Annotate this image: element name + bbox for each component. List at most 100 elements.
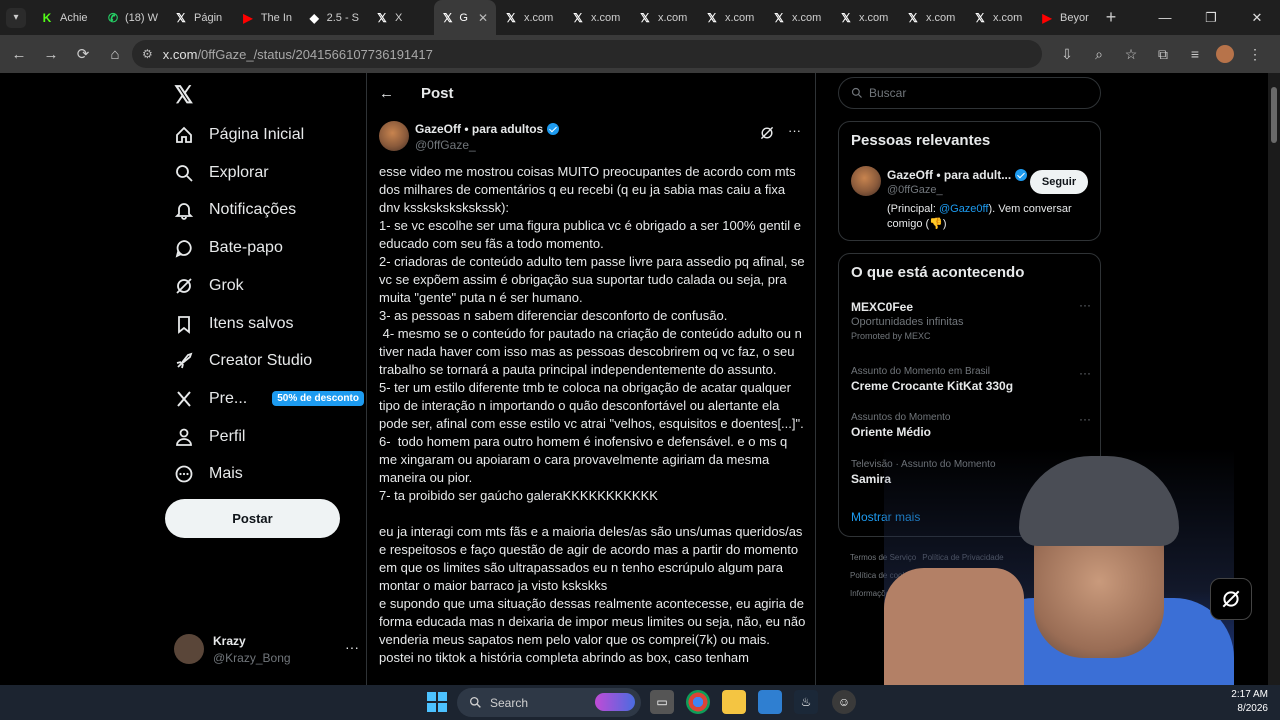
sidebar-item-x[interactable]: Pre... 50% de desconto <box>174 389 364 409</box>
x-icon: 𝕏 <box>176 10 186 25</box>
trend-more-icon[interactable]: ··· <box>1079 366 1091 380</box>
browser-tab[interactable]: 𝕏x.com <box>496 0 563 35</box>
maximize-button[interactable]: ❐ <box>1188 0 1234 35</box>
x-icon <box>174 389 194 409</box>
close-window-button[interactable]: ✕ <box>1234 0 1280 35</box>
browser-tab[interactable]: ◆ 2.5 - S <box>300 0 367 35</box>
browser-tab[interactable]: 𝕏x.com <box>764 0 831 35</box>
profile-avatar[interactable] <box>1216 45 1234 63</box>
extensions-icon[interactable]: ⧉ <box>1152 46 1174 63</box>
clock[interactable]: 2:17 AM 8/2026 <box>1231 688 1268 716</box>
tab-search-button[interactable]: ▾ <box>6 7 26 28</box>
sidebar-item-chat[interactable]: Bate-papo <box>174 238 283 258</box>
rocket-icon <box>174 351 194 371</box>
home-icon <box>174 125 194 145</box>
file-explorer-icon[interactable] <box>722 690 746 714</box>
toolbar-actions: ⇩ ⌕ ☆ ⧉ ≡ ⋮ <box>1056 35 1266 73</box>
browser-menu-icon[interactable]: ⋮ <box>1244 46 1266 63</box>
post-paragraph: postei no tiktok a história completa abr… <box>379 650 749 665</box>
post-button[interactable]: Postar <box>165 499 340 538</box>
new-tab-button[interactable]: + <box>1099 7 1123 28</box>
steam-icon[interactable]: ♨ <box>794 690 818 714</box>
sidebar-item-search[interactable]: Explorar <box>174 163 269 183</box>
relevant-handle: @0ffGaze_ <box>887 184 943 196</box>
browser-tab[interactable]: 𝕏x.com <box>697 0 764 35</box>
bio-link[interactable]: @Gaze0ff <box>939 203 989 215</box>
reload-button[interactable]: ⟳ <box>68 39 98 69</box>
back-arrow-icon[interactable]: ← <box>379 85 407 102</box>
sidebar-item-person[interactable]: Perfil <box>174 427 245 447</box>
scrollbar-thumb[interactable] <box>1271 87 1277 143</box>
minimize-button[interactable]: — <box>1142 0 1188 35</box>
trend-more-icon[interactable]: ··· <box>1079 412 1091 426</box>
taskbar-search[interactable]: Search <box>457 688 641 717</box>
sidebar-item-label: Grok <box>209 276 244 294</box>
account-switcher[interactable]: Krazy @Krazy_Bong ··· <box>174 631 359 667</box>
trend-category: Assuntos do Momento <box>851 412 951 423</box>
tab-list-icon[interactable]: ≡ <box>1184 46 1206 62</box>
relevant-avatar[interactable] <box>851 166 881 196</box>
x-logo-icon[interactable]: 𝕏 <box>174 81 193 110</box>
sidebar-item-more-circle[interactable]: Mais <box>174 464 243 484</box>
whats-happening-title: O que está acontecendo <box>851 264 1025 281</box>
browser-tab[interactable]: 𝕏X <box>367 0 434 35</box>
forward-button[interactable]: → <box>36 39 66 69</box>
browser-tab[interactable]: K Achie <box>32 0 99 35</box>
app-icon[interactable]: ☺ <box>832 690 856 714</box>
search-placeholder: Buscar <box>869 86 907 100</box>
site-info-icon[interactable]: ⚙ <box>142 47 153 61</box>
bookmark-star-icon[interactable]: ☆ <box>1120 46 1142 63</box>
grok-float-button[interactable] <box>1210 578 1252 620</box>
task-view-icon[interactable]: ▭ <box>650 690 674 714</box>
x-icon: 𝕏 <box>377 10 387 25</box>
sidebar-item-bookmark[interactable]: Itens salvos <box>174 314 293 334</box>
relevant-name-row[interactable]: GazeOff • para adult... <box>887 168 1028 182</box>
page-scrollbar[interactable] <box>1268 73 1280 685</box>
relevant-people-card: Pessoas relevantes GazeOff • para adult.… <box>838 121 1101 241</box>
install-app-icon[interactable]: ⇩ <box>1056 46 1078 63</box>
bio-text: (Principal: <box>887 203 939 215</box>
zoom-icon[interactable]: ⌕ <box>1088 46 1110 63</box>
trend-item[interactable]: Assuntos do Momento Oriente Médio ··· <box>851 412 1091 439</box>
sidebar-item-home[interactable]: Página Inicial <box>174 125 304 145</box>
premium-discount-badge[interactable]: 50% de desconto <box>272 391 364 407</box>
trend-more-icon[interactable]: ··· <box>1079 298 1091 312</box>
author-avatar[interactable] <box>379 121 409 151</box>
browser-tab[interactable]: 𝕏 G ✕ <box>434 0 496 35</box>
post-more-icon[interactable]: ··· <box>788 123 801 138</box>
follow-button[interactable]: Seguir <box>1030 170 1088 194</box>
grok-icon[interactable] <box>759 125 775 141</box>
author-name-row[interactable]: GazeOff • para adultos <box>415 122 560 136</box>
windows-start-icon[interactable] <box>427 692 447 712</box>
chrome-icon[interactable] <box>686 690 710 714</box>
address-bar[interactable]: ⚙ x.com/0ffGaze_/status/2041566107736191… <box>132 40 1042 68</box>
account-more-icon[interactable]: ··· <box>345 639 359 655</box>
sidebar-item-label: Creator Studio <box>209 352 313 370</box>
browser-tab[interactable]: ▶ The In <box>233 0 300 35</box>
webcam-overlay <box>884 448 1234 685</box>
sidebar-item-grok[interactable]: Grok <box>174 276 244 296</box>
browser-tab[interactable]: ▶ Beyor <box>1032 0 1099 35</box>
browser-tab[interactable]: 𝕏x.com <box>630 0 697 35</box>
browser-tab[interactable]: 𝕏x.com <box>831 0 898 35</box>
browser-tab[interactable]: 𝕏x.com <box>965 0 1032 35</box>
sidebar-item-bell[interactable]: Notificações <box>174 200 296 221</box>
home-button[interactable]: ⌂ <box>100 39 130 69</box>
back-button[interactable]: ← <box>4 39 34 69</box>
promoted-label: Promoted by MEXC <box>851 331 931 341</box>
browser-tab[interactable]: 𝕏x.com <box>563 0 630 35</box>
search-input[interactable]: Buscar <box>838 77 1101 109</box>
browser-tab[interactable]: 𝕏x.com <box>898 0 965 35</box>
trend-item[interactable]: MEXC0Fee Oportunidades infinitas Promoted … <box>851 298 1091 341</box>
browser-tab[interactable]: 𝕏 Págin <box>166 0 233 35</box>
grok-icon <box>1222 590 1240 608</box>
sidebar-item-rocket[interactable]: Creator Studio <box>174 351 312 371</box>
close-tab-icon[interactable]: ✕ <box>478 11 488 25</box>
tab-title: 2.5 - S <box>326 11 359 24</box>
post-paragraph: 2- criadoras de conteúdo adulto tem pass… <box>379 254 809 305</box>
relevant-name: GazeOff • para adult... <box>887 168 1012 182</box>
browser-tab[interactable]: ✆ (18) W <box>99 0 166 35</box>
windows-taskbar: Search ▭ ♨ ☺ 2:17 AM 8/2026 <box>0 685 1280 720</box>
store-icon[interactable] <box>758 690 782 714</box>
trend-item[interactable]: Assunto do Momento em Brasil Creme Crocan… <box>851 366 1091 393</box>
